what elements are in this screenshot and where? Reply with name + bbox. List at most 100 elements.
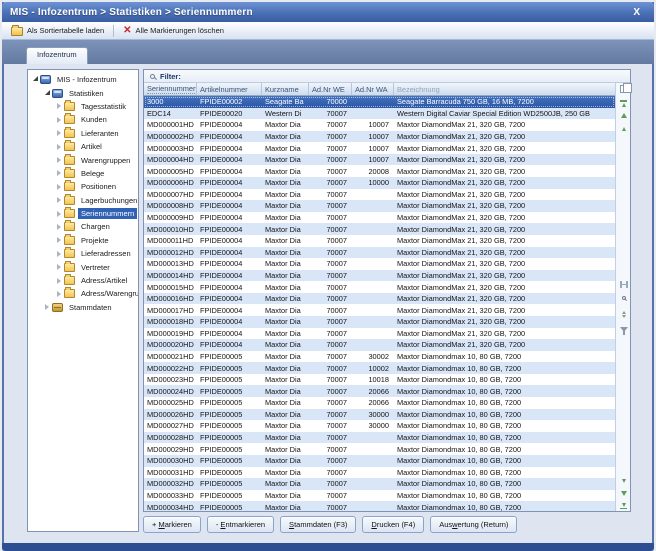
drucken-button[interactable]: Drucken (F4) [362, 516, 424, 533]
table-row[interactable]: MD000034HDFPIDE00005Maxtor Dia70007Maxto… [144, 501, 615, 511]
auswertung-button[interactable]: Auswertung (Return) [430, 516, 517, 533]
expander-expanded-icon[interactable] [31, 77, 39, 82]
sort-icon[interactable] [616, 311, 631, 318]
tree-item-mis-infozentrum[interactable]: MIS - Infozentrum [28, 73, 138, 86]
close-button[interactable]: X [627, 7, 646, 18]
expander-collapsed-icon[interactable] [55, 103, 63, 109]
table-row[interactable]: MD000014HDFPIDE00004Maxtor Dia70007Maxto… [144, 270, 615, 282]
expander-collapsed-icon[interactable] [55, 264, 63, 270]
table-row[interactable]: MD000022HDFPIDE00005Maxtor Dia7000710002… [144, 362, 615, 374]
expander-collapsed-icon[interactable] [55, 237, 63, 243]
table-row[interactable]: MD000016HDFPIDE00004Maxtor Dia70007Maxto… [144, 293, 615, 305]
tree-item-statistiken[interactable]: Statistiken [28, 86, 138, 99]
table-row[interactable]: MD000006HDFPIDE00004Maxtor Dia7000710000… [144, 177, 615, 189]
tree-item-lieferanten[interactable]: Lieferanten [28, 127, 138, 140]
table-row[interactable]: MD000005HDFPIDE00004Maxtor Dia7000720008… [144, 165, 615, 177]
expander-collapsed-icon[interactable] [55, 211, 63, 217]
tree-item-positionen[interactable]: Positionen [28, 180, 138, 193]
load-sort-table-button[interactable]: Als Sortiertabelle laden [6, 24, 109, 38]
column-header-artikelnummer[interactable]: Artikelnummer [197, 83, 262, 95]
filter-row[interactable]: Filter: [144, 70, 630, 83]
tree-item-chargen[interactable]: Chargen [28, 220, 138, 233]
scroll-first-icon[interactable] [616, 100, 631, 107]
tree-item-vertreter[interactable]: Vertreter [28, 260, 138, 273]
scroll-last-icon[interactable] [616, 503, 631, 510]
column-header-ad-nr-wa[interactable]: Ad.Nr WA [352, 83, 394, 95]
search-row-icon[interactable] [616, 296, 631, 300]
table-row[interactable]: 3000FPIDE00002Seagate Ba70000Seagate Bar… [144, 96, 615, 108]
table-row[interactable]: MD000028HDFPIDE00005Maxtor Dia70007Maxto… [144, 432, 615, 444]
tree-item-tagesstatistik[interactable]: Tagesstatistik [28, 100, 138, 113]
table-row[interactable]: MD000010HDFPIDE00004Maxtor Dia70007Maxto… [144, 223, 615, 235]
table-row[interactable]: MD000018HDFPIDE00004Maxtor Dia70007Maxto… [144, 316, 615, 328]
table-row[interactable]: MD000026HDFPIDE00005Maxtor Dia7000730000… [144, 409, 615, 421]
tree-item-adress-warengruppen[interactable]: Adress/Warengruppen [28, 287, 138, 300]
table-row[interactable]: MD000024HDFPIDE00005Maxtor Dia7000720066… [144, 385, 615, 397]
table-row[interactable]: MD000031HDFPIDE00005Maxtor Dia70007Maxto… [144, 467, 615, 479]
table-row[interactable]: MD000013HDFPIDE00004Maxtor Dia70007Maxto… [144, 258, 615, 270]
expander-collapsed-icon[interactable] [55, 170, 63, 176]
tree-item-kunden[interactable]: Kunden [28, 113, 138, 126]
table-row[interactable]: MD000025HDFPIDE00005Maxtor Dia7000720066… [144, 397, 615, 409]
expander-collapsed-icon[interactable] [55, 130, 63, 136]
row-up-icon[interactable] [616, 127, 631, 131]
expander-collapsed-icon[interactable] [55, 224, 63, 230]
page-up-icon[interactable] [616, 113, 631, 118]
table-row[interactable]: MD000017HDFPIDE00004Maxtor Dia70007Maxto… [144, 304, 615, 316]
table-cell: FPIDE00005 [197, 478, 262, 490]
expander-expanded-icon[interactable] [43, 91, 51, 96]
expander-collapsed-icon[interactable] [55, 291, 63, 297]
tree-item-projekte[interactable]: Projekte [28, 234, 138, 247]
table-row[interactable]: MD000008HDFPIDE00004Maxtor Dia70007Maxto… [144, 200, 615, 212]
table-row[interactable]: MD000009HDFPIDE00004Maxtor Dia70007Maxto… [144, 212, 615, 224]
table-row[interactable]: MD000030HDFPIDE00005Maxtor Dia70007Maxto… [144, 455, 615, 467]
clear-marks-button[interactable]: ✕ Alle Markierungen löschen [118, 24, 229, 38]
column-header-seriennummer[interactable]: Seriennummer [144, 83, 197, 95]
expander-collapsed-icon[interactable] [55, 157, 63, 163]
table-row[interactable]: MD000029HDFPIDE00005Maxtor Dia70007Maxto… [144, 443, 615, 455]
table-row[interactable]: MD000023HDFPIDE00005Maxtor Dia7000710018… [144, 374, 615, 386]
tree-item-artikel[interactable]: Artikel [28, 140, 138, 153]
table-row[interactable]: MD000032HDFPIDE00005Maxtor Dia70007Maxto… [144, 478, 615, 490]
table-row[interactable]: MD000015HDFPIDE00004Maxtor Dia70007Maxto… [144, 281, 615, 293]
tree-item-seriennummern[interactable]: Seriennummern [28, 207, 138, 220]
table-row[interactable]: MD000003HDFPIDE00004Maxtor Dia7000710007… [144, 142, 615, 154]
stammdaten-button[interactable]: Stammdaten (F3) [280, 516, 356, 533]
tree-item-belege[interactable]: Belege [28, 167, 138, 180]
table-row[interactable]: MD000019HDFPIDE00004Maxtor Dia70007Maxto… [144, 328, 615, 340]
expander-collapsed-icon[interactable] [55, 117, 63, 123]
expander-collapsed-icon[interactable] [43, 304, 51, 310]
table-row[interactable]: MD000001HDFPIDE00004Maxtor Dia7000710007… [144, 119, 615, 131]
table-row[interactable]: MD000021HDFPIDE00005Maxtor Dia7000730002… [144, 351, 615, 363]
table-row[interactable]: MD000020HDFPIDE00004Maxtor Dia70007Maxto… [144, 339, 615, 351]
table-row[interactable]: MD000011HDFPIDE00004Maxtor Dia70007Maxto… [144, 235, 615, 247]
expander-collapsed-icon[interactable] [55, 144, 63, 150]
tree-item-adress-artikel[interactable]: Adress/Artikel [28, 274, 138, 287]
table-row[interactable]: MD000027HDFPIDE00005Maxtor Dia7000730000… [144, 420, 615, 432]
mark-button[interactable]: + Markieren [143, 516, 201, 533]
expander-collapsed-icon[interactable] [55, 184, 63, 190]
table-row[interactable]: MD000002HDFPIDE00004Maxtor Dia7000710007… [144, 131, 615, 143]
table-row[interactable]: MD000012HDFPIDE00004Maxtor Dia70007Maxto… [144, 247, 615, 259]
page-down-icon[interactable] [616, 491, 631, 496]
column-header-kurzname[interactable]: Kurzname [262, 83, 309, 95]
tree-item-warengruppen[interactable]: Warengruppen [28, 153, 138, 166]
tree-item-lagerbuchungen[interactable]: Lagerbuchungen [28, 194, 138, 207]
tree-item-stammdaten[interactable]: Stammdaten [28, 301, 138, 314]
column-header-bezeichnung[interactable]: Bezeichnung [394, 83, 615, 95]
expander-collapsed-icon[interactable] [55, 197, 63, 203]
table-row[interactable]: MD000033HDFPIDE00005Maxtor Dia70007Maxto… [144, 490, 615, 502]
expander-collapsed-icon[interactable] [55, 278, 63, 284]
table-row[interactable]: EDC14FPIDE00020Western Di70007Western Di… [144, 108, 615, 120]
row-down-icon[interactable] [616, 479, 631, 483]
copy-icon[interactable] [616, 85, 631, 93]
column-fit-icon[interactable] [616, 281, 631, 288]
column-header-ad-nr-we[interactable]: Ad.Nr WE [309, 83, 352, 95]
tab-infozentrum[interactable]: Infozentrum [26, 47, 88, 64]
tree-item-lieferadressen[interactable]: Lieferadressen [28, 247, 138, 260]
expander-collapsed-icon[interactable] [55, 251, 63, 257]
table-row[interactable]: MD000004HDFPIDE00004Maxtor Dia7000710007… [144, 154, 615, 166]
filter-funnel-icon[interactable] [616, 327, 631, 332]
table-row[interactable]: MD000007HDFPIDE00004Maxtor Dia70007Maxto… [144, 189, 615, 201]
unmark-button[interactable]: - Entmarkieren [207, 516, 274, 533]
